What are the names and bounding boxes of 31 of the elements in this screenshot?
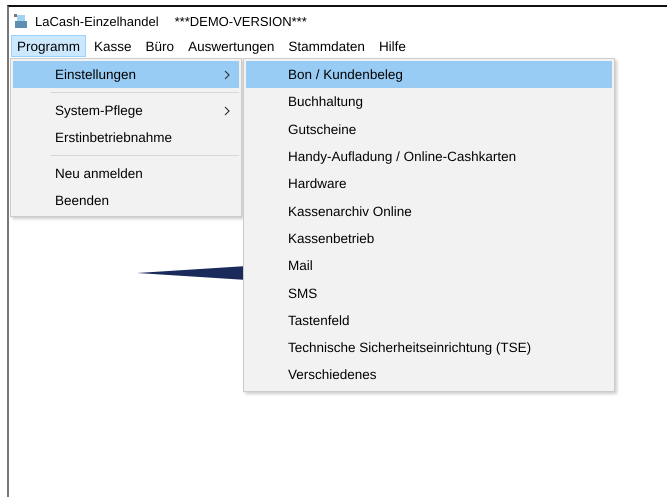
menu-item-label: Einstellungen (55, 67, 136, 82)
menu-item[interactable]: Technische Sicherheitseinrichtung (TSE) (246, 334, 612, 362)
menu-item[interactable]: Verschiedenes (246, 361, 612, 389)
menu-item[interactable]: Buchhaltung (246, 88, 612, 116)
app-icon (13, 13, 29, 29)
menu-item[interactable]: Bon / Kundenbeleg (246, 61, 612, 88)
menu-item[interactable]: Einstellungen (13, 61, 239, 88)
menu-item[interactable]: SMS (246, 279, 612, 307)
menu-bar-item[interactable]: Kasse (88, 35, 138, 57)
menu-item[interactable]: Kassenarchiv Online (246, 197, 612, 225)
menu-item[interactable]: Hardware (246, 170, 612, 198)
menu-item-label: System-Pflege (55, 103, 143, 118)
window-title: LaCash-Einzelhandel (35, 14, 159, 28)
menu-item[interactable]: Beenden (13, 187, 239, 214)
menu-item[interactable]: Kassenbetrieb (246, 224, 612, 252)
menu-bar-item[interactable]: Hilfe (372, 35, 412, 57)
menu-bar-item[interactable]: Programm (11, 35, 86, 57)
menu-item[interactable]: Mail (246, 252, 612, 280)
menu-item[interactable]: Neu anmelden (13, 160, 239, 187)
menu-item-label: Beenden (55, 193, 110, 208)
menu-item-label: Erstinbetriebnahme (55, 130, 172, 145)
menu-bar-item[interactable]: Auswertungen (182, 35, 280, 57)
menu-item[interactable]: Tastenfeld (246, 306, 612, 334)
menu-bar-item[interactable]: Büro (140, 35, 180, 57)
menu-bar-item[interactable]: Stammdaten (282, 35, 371, 57)
menu-item[interactable]: Erstinbetriebnahme (13, 124, 239, 151)
menu-item[interactable]: Handy-Aufladung / Online-Cashkarten (246, 142, 612, 170)
menu-item[interactable]: System-Pflege (13, 97, 239, 124)
demo-label: ***DEMO-VERSION*** (174, 14, 307, 28)
menu-item[interactable]: Gutscheine (246, 116, 612, 143)
menu-item-label: Neu anmelden (55, 166, 143, 181)
